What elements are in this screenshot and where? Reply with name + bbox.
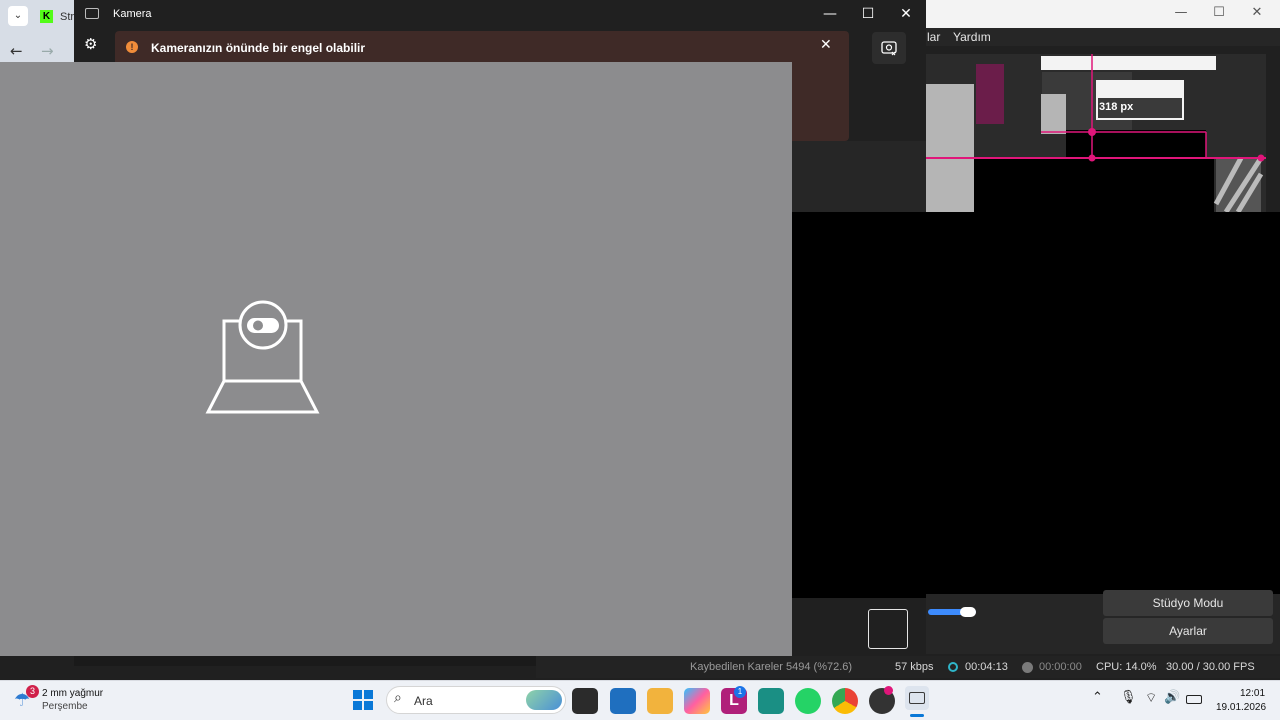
settings-gear-icon[interactable]: ⚙	[84, 35, 97, 53]
obs-maximize-icon[interactable]: ☐	[1208, 4, 1230, 22]
stream-time: 00:04:13	[965, 661, 1008, 673]
back-arrow-icon[interactable]: ←	[10, 42, 23, 60]
settings-button[interactable]: Ayarlar	[1103, 618, 1273, 644]
search-highlight-icon[interactable]	[526, 690, 562, 710]
obs-preview[interactable]	[926, 54, 1266, 212]
browser-tab-title[interactable]: Str	[60, 11, 74, 23]
weather-day: Perşembe	[42, 701, 88, 712]
obs-size-label: 318 px	[1099, 101, 1134, 113]
minimize-icon[interactable]: —	[820, 5, 840, 23]
cpu-usage: CPU: 14.0%	[1096, 661, 1157, 673]
obs-close-icon[interactable]: ✕	[1246, 4, 1268, 22]
stream-icon	[948, 662, 958, 672]
fps: 30.00 / 30.00 FPS	[1166, 661, 1255, 673]
app-cube-icon[interactable]	[758, 688, 784, 714]
battery-icon[interactable]	[1186, 695, 1202, 704]
obs-volume-handle[interactable]	[960, 607, 976, 617]
taskbar	[0, 680, 1280, 720]
photo-shutter-button[interactable]	[868, 609, 908, 649]
obs-preview-recursion	[926, 54, 1266, 212]
warning-icon: !	[126, 41, 138, 53]
no-camera-icon	[205, 300, 320, 414]
switch-camera-icon	[881, 41, 897, 56]
camera-side-panel	[792, 141, 926, 212]
camera-bottom-edge	[74, 656, 536, 666]
warning-message: Kameranızın önünde bir engel olabilir	[151, 41, 366, 55]
file-explorer-icon[interactable]	[647, 688, 673, 714]
camera-app-icon	[85, 8, 99, 19]
store-icon[interactable]	[610, 688, 636, 714]
kick-favicon-icon: K	[40, 10, 53, 23]
obs-menu-item[interactable]: lar	[927, 30, 940, 44]
weather-text[interactable]: 2 mm yağmur	[42, 688, 103, 699]
clock-time[interactable]: 12:01	[1240, 688, 1265, 699]
whatsapp-icon[interactable]	[795, 688, 821, 714]
search-icon: ⌕	[394, 690, 402, 706]
camera-titlebar	[74, 0, 926, 28]
window-title: Kamera	[113, 8, 152, 20]
clock-date[interactable]: 19.01.2026	[1216, 702, 1266, 713]
obs-menu-help[interactable]: Yardım	[953, 30, 991, 44]
tab-list-icon[interactable]: ⌄	[8, 6, 28, 26]
obs-canvas	[792, 212, 1280, 598]
weather-badge: 3	[26, 685, 39, 698]
obs-notification-dot	[884, 686, 893, 695]
close-window-icon[interactable]: ✕	[896, 5, 916, 23]
dropped-frames: Kaybedilen Kareler 5494 (%72.6)	[690, 661, 853, 673]
obs-minimize-icon[interactable]: —	[1170, 4, 1192, 22]
maximize-icon[interactable]: ☐	[858, 5, 878, 23]
forward-arrow-icon[interactable]: →	[41, 42, 54, 60]
record-icon	[1022, 662, 1033, 673]
camera-preview	[0, 62, 792, 656]
search-label: Ara	[414, 694, 433, 708]
switch-camera-button[interactable]	[872, 32, 906, 64]
dismiss-warning-icon[interactable]: ✕	[820, 37, 832, 53]
wifi-icon[interactable]: ⌔	[1145, 690, 1157, 706]
app-badge: 1	[734, 686, 746, 698]
start-windows-icon[interactable]	[353, 690, 373, 710]
active-indicator	[910, 714, 924, 717]
bitrate: 57 kbps	[895, 661, 934, 673]
microphone-icon[interactable]: 🎙	[1120, 690, 1137, 705]
camera-glyph-icon	[909, 692, 925, 704]
volume-icon[interactable]: 🔊	[1164, 690, 1180, 705]
studio-mode-button[interactable]: Stüdyo Modu	[1103, 590, 1273, 616]
record-time: 00:00:00	[1039, 661, 1082, 673]
chrome-icon[interactable]	[832, 688, 858, 714]
chevron-up-icon[interactable]: ⌃	[1092, 690, 1103, 705]
task-view-icon[interactable]	[572, 688, 598, 714]
copilot-icon[interactable]	[684, 688, 710, 714]
